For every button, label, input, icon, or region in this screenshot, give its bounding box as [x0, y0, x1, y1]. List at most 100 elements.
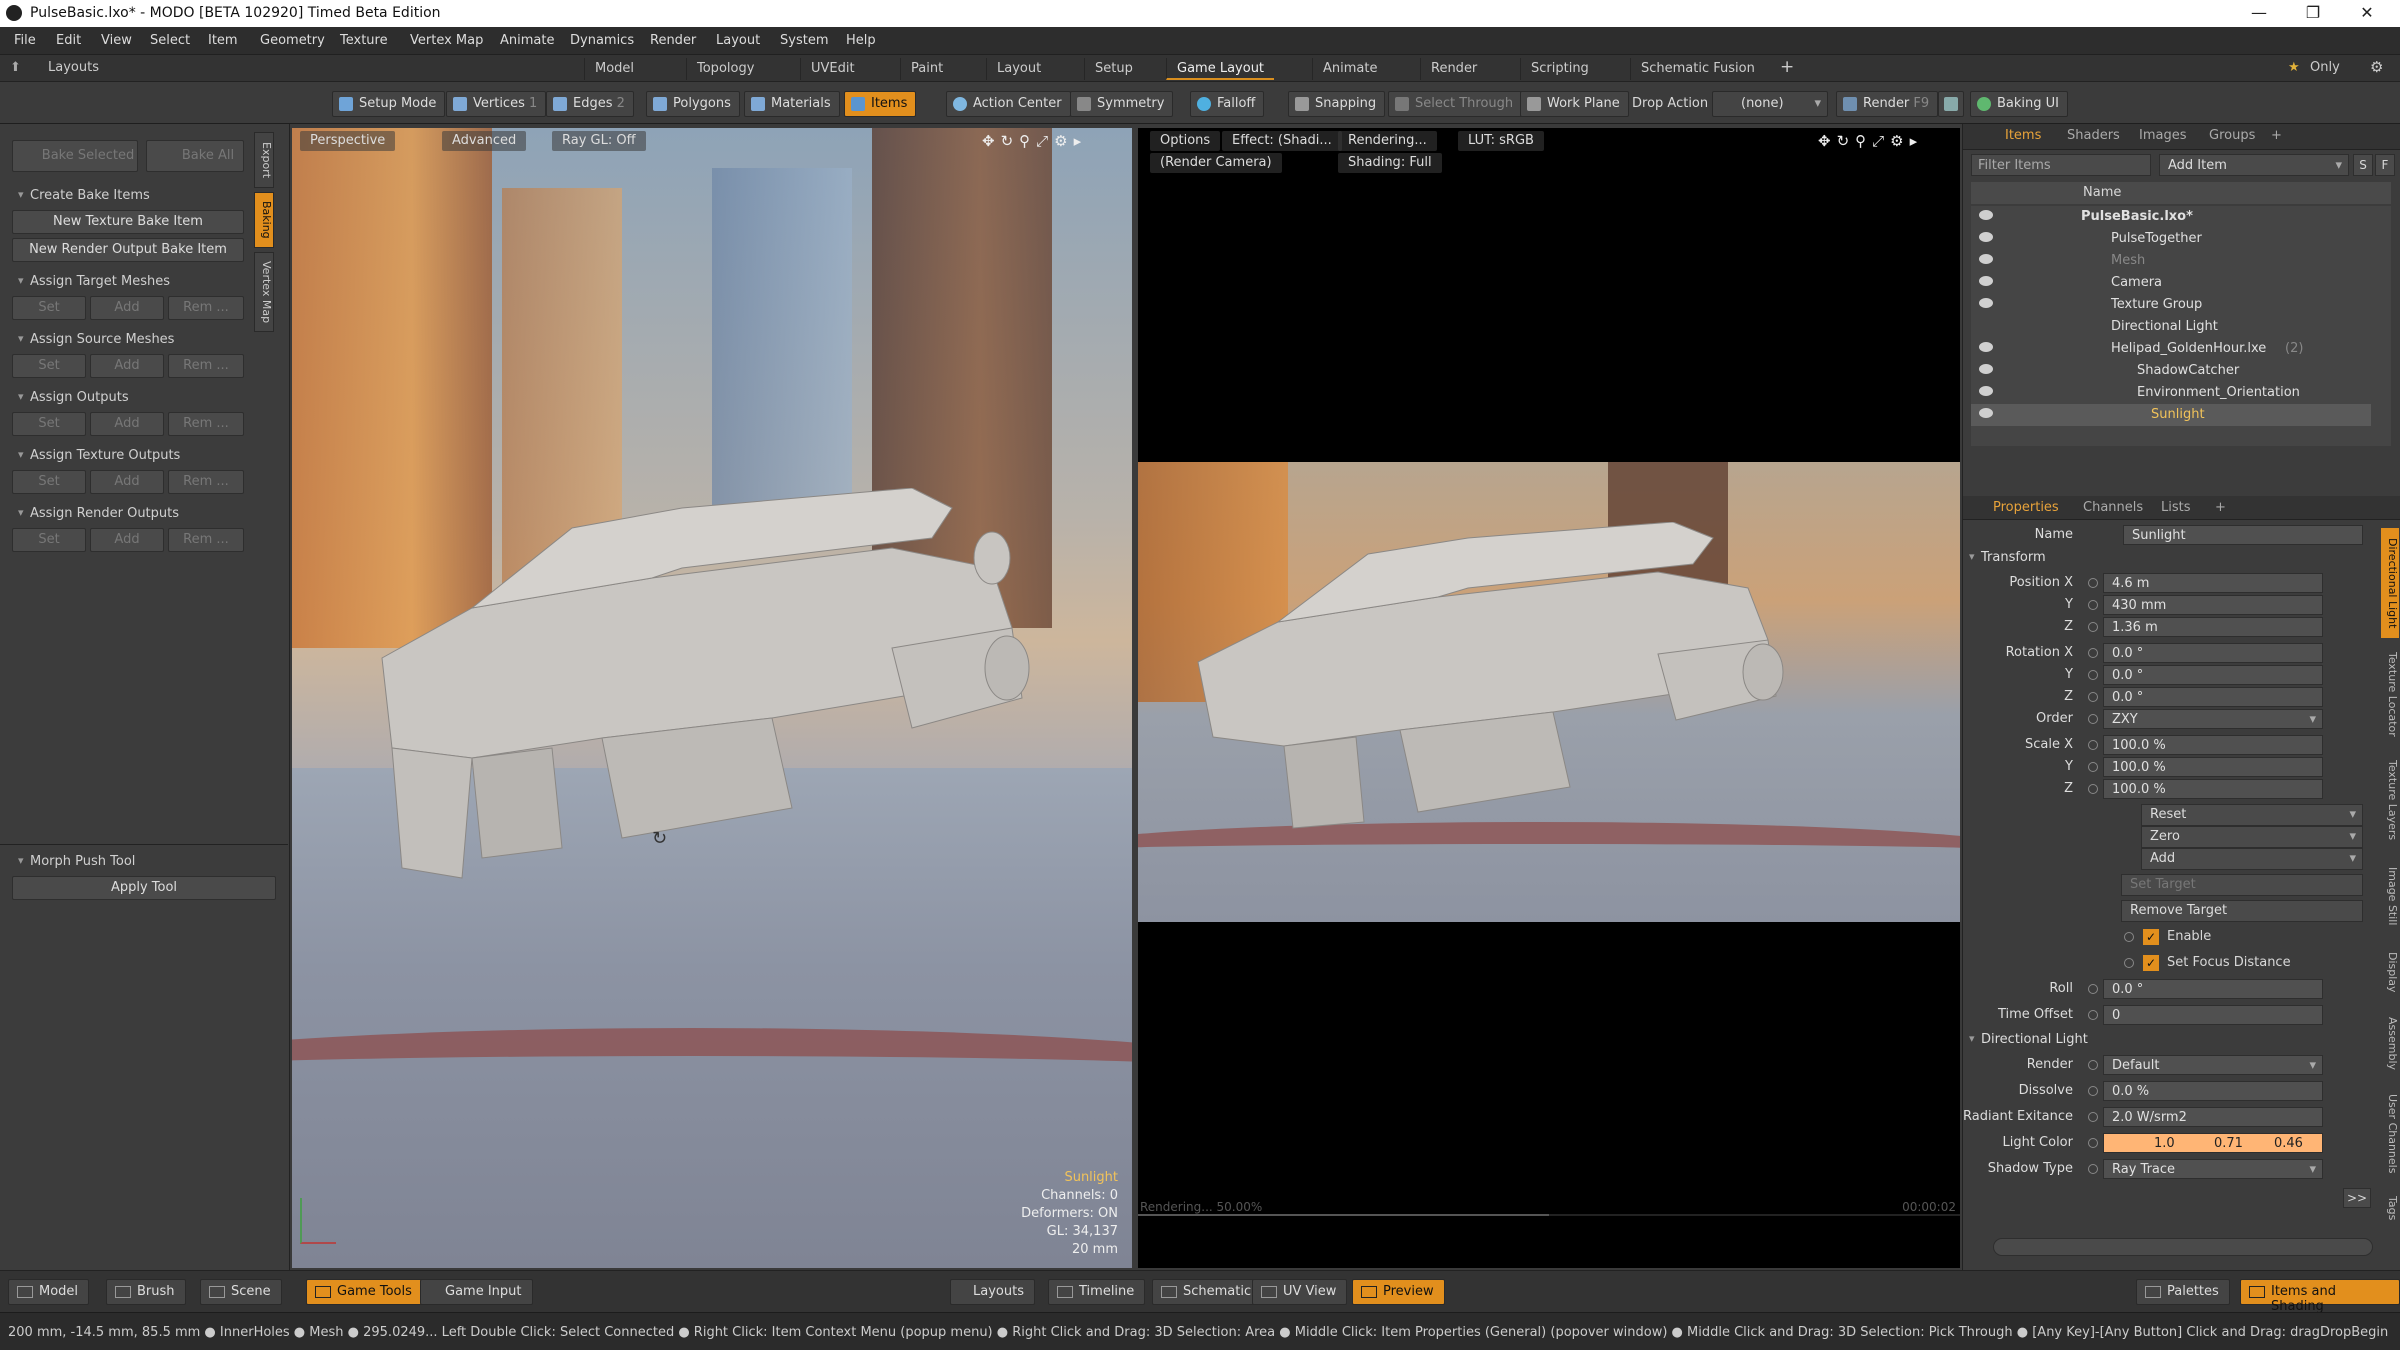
texture-outputs-add-button[interactable]: Add [90, 470, 164, 494]
items-s-button[interactable]: S [2353, 154, 2373, 176]
position-x-field[interactable]: 4.6 m [2103, 573, 2323, 593]
tab-render[interactable]: Render [1420, 58, 1487, 80]
bottom-schematic-button[interactable]: Schematic [1152, 1279, 1263, 1305]
menu-help[interactable]: Help [846, 33, 876, 48]
animate-dot[interactable] [2088, 740, 2098, 750]
add-layout-icon[interactable]: + [1780, 57, 1794, 77]
side-tab-texture-layers[interactable]: Texture Layers [2381, 750, 2399, 850]
position-y-field[interactable]: 430 mm [2103, 595, 2323, 615]
tab-setup[interactable]: Setup [1084, 58, 1143, 80]
preview-render-icon[interactable] [1938, 91, 1964, 117]
assign-texture-outputs-header[interactable]: Assign Texture Outputs [18, 448, 180, 463]
shading-mode-dropdown[interactable]: Advanced [442, 131, 527, 151]
roll-field[interactable]: 0.0 ° [2103, 979, 2323, 999]
assign-outputs-header[interactable]: Assign Outputs [18, 390, 129, 405]
side-tab-user-channels[interactable]: User Channels [2381, 1086, 2399, 1182]
animate-dot[interactable] [2088, 1112, 2098, 1122]
vertices-button[interactable]: Vertices 1 [446, 91, 547, 117]
visibility-eye-icon[interactable] [1979, 276, 1993, 286]
render-outputs-set-button[interactable]: Set [12, 528, 86, 552]
render-outputs-remove-button[interactable]: Rem ... [168, 528, 244, 552]
layouts-arrow-icon[interactable]: ⬆ [10, 60, 21, 75]
animate-dot[interactable] [2088, 1060, 2098, 1070]
item-row-helipad[interactable]: Helipad_GoldenHour.lxe (2) [1971, 338, 2371, 360]
side-tab-tags[interactable]: Tags [2381, 1188, 2399, 1228]
menu-layout[interactable]: Layout [716, 33, 760, 48]
tab-items[interactable]: Items [2005, 128, 2041, 143]
render-dropdown[interactable]: Default ▾ [2103, 1055, 2323, 1075]
bottom-uv-view-button[interactable]: UV View [1252, 1279, 1348, 1305]
menu-file[interactable]: File [14, 33, 36, 48]
close-button[interactable]: ✕ [2344, 2, 2390, 26]
source-set-button[interactable]: Set [12, 354, 86, 378]
target-set-button[interactable]: Set [12, 296, 86, 320]
bake-all-button[interactable]: Bake All [146, 140, 244, 172]
item-row-shadowcatcher[interactable]: ShadowCatcher [1971, 360, 2371, 382]
minimize-button[interactable]: — [2236, 2, 2282, 26]
bottom-preview-button[interactable]: Preview [1352, 1279, 1445, 1305]
gear-icon[interactable]: ⚙ [2370, 58, 2383, 76]
animate-dot[interactable] [2088, 670, 2098, 680]
filter-items-input[interactable]: Filter Items [1971, 154, 2151, 176]
select-through-button[interactable]: Select Through [1388, 91, 1523, 117]
visibility-eye-icon[interactable] [1979, 386, 1993, 396]
menu-animate[interactable]: Animate [500, 33, 554, 48]
action-center-button[interactable]: Action Center [946, 91, 1071, 117]
item-row-sunlight[interactable]: Sunlight [1971, 404, 2371, 426]
animate-dot[interactable] [2088, 622, 2098, 632]
vtab-export[interactable]: Export [254, 132, 274, 188]
menu-texture[interactable]: Texture [340, 33, 388, 48]
animate-dot[interactable] [2088, 714, 2098, 724]
animate-dot[interactable] [2088, 1138, 2098, 1148]
item-row-directional-light[interactable]: Directional Light [1971, 316, 2371, 338]
preview-nav-icons[interactable]: ✥↻⚲⤢⚙▸ [1818, 132, 1923, 150]
command-input[interactable] [1993, 1238, 2373, 1256]
menu-item[interactable]: Item [208, 33, 238, 48]
item-row-scene[interactable]: PulseBasic.lxo* [1971, 206, 2371, 228]
item-row-mesh[interactable]: Mesh [1971, 250, 2371, 272]
camera-dropdown[interactable]: (Render Camera) [1150, 153, 1282, 173]
falloff-button[interactable]: Falloff [1190, 91, 1265, 117]
bottom-items-and-shading-button[interactable]: Items and Shading [2240, 1279, 2400, 1314]
shading-dropdown[interactable]: Shading: Full [1338, 153, 1442, 173]
visibility-eye-icon[interactable] [1979, 298, 1993, 308]
preview-viewport[interactable]: Options Effect: (Shadi... Rendering... L… [1138, 128, 1960, 1268]
scale-z-field[interactable]: 100.0 % [2103, 779, 2323, 799]
add-tab-icon[interactable]: + [2271, 128, 2282, 143]
menu-geometry[interactable]: Geometry [260, 33, 325, 48]
shadow-type-dropdown[interactable]: Ray Trace ▾ [2103, 1159, 2323, 1179]
visibility-eye-icon[interactable] [1979, 232, 1993, 242]
items-button[interactable]: Items [844, 91, 917, 117]
side-tab-image-still[interactable]: Image Still [2381, 856, 2399, 936]
reset-dropdown[interactable]: Reset ▾ [2141, 804, 2363, 826]
tab-layout[interactable]: Layout [986, 58, 1051, 80]
name-column-header[interactable]: Name [2083, 185, 2121, 200]
tab-game-layout[interactable]: Game Layout [1166, 58, 1275, 80]
dissolve-field[interactable]: 0.0 % [2103, 1081, 2323, 1101]
edges-button[interactable]: Edges 2 [546, 91, 634, 117]
maximize-button[interactable]: ❐ [2290, 2, 2336, 26]
drop-action-select[interactable]: (none) ▾ [1712, 91, 1828, 117]
tab-uvedit[interactable]: UVEdit [800, 58, 865, 80]
time-offset-field[interactable]: 0 [2103, 1005, 2323, 1025]
menu-system[interactable]: System [780, 33, 828, 48]
bottom-layouts-button[interactable]: Layouts [950, 1279, 1035, 1305]
tab-topology[interactable]: Topology [686, 58, 764, 80]
target-add-button[interactable]: Add [90, 296, 164, 320]
visibility-eye-icon[interactable] [1979, 254, 1993, 264]
view-type-dropdown[interactable]: Perspective [300, 131, 396, 151]
menu-view[interactable]: View [101, 33, 132, 48]
bottom-palettes-button[interactable]: Palettes [2136, 1279, 2230, 1305]
symmetry-button[interactable]: Symmetry [1070, 91, 1174, 117]
tab-paint[interactable]: Paint [900, 58, 953, 80]
visibility-eye-icon[interactable] [1979, 210, 1993, 220]
visibility-eye-icon[interactable] [1979, 364, 1993, 374]
visibility-eye-icon[interactable] [1979, 408, 1993, 418]
new-render-output-bake-item-button[interactable]: New Render Output Bake Item [12, 238, 244, 262]
baking-ui-button[interactable]: Baking UI [1970, 91, 2068, 117]
source-remove-button[interactable]: Rem ... [168, 354, 244, 378]
animate-dot[interactable] [2088, 1010, 2098, 1020]
items-f-button[interactable]: F [2375, 154, 2395, 176]
add-item-dropdown[interactable]: Add Item ▾ [2159, 154, 2349, 176]
tab-shaders[interactable]: Shaders [2067, 128, 2120, 143]
